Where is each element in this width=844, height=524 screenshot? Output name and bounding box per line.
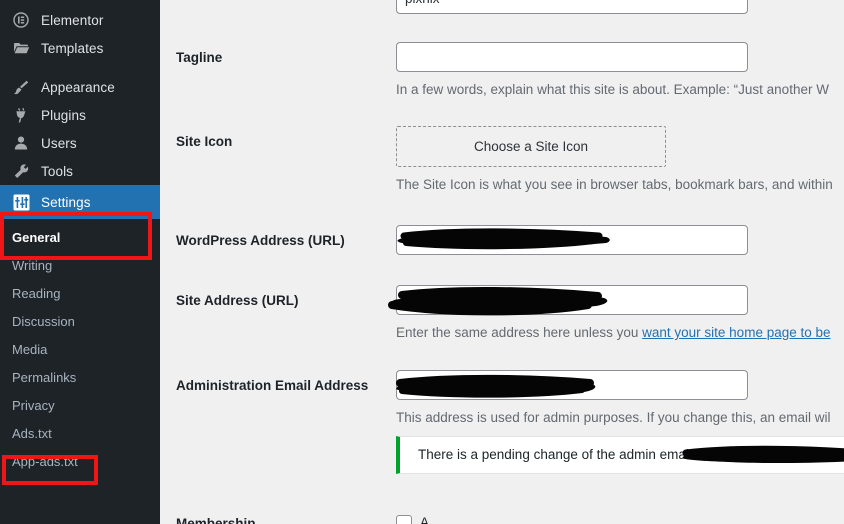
site-address-label: Site Address (URL) bbox=[176, 293, 299, 308]
membership-checkbox[interactable] bbox=[396, 515, 412, 524]
tagline-label: Tagline bbox=[176, 50, 223, 65]
site-address-help-text: Enter the same address here unless you w… bbox=[396, 324, 831, 343]
submenu-item-discussion[interactable]: Discussion bbox=[0, 307, 160, 335]
folder-icon bbox=[10, 38, 32, 58]
wordpress-admin-screen: Elementor Templates Appearance Plugins U… bbox=[0, 0, 844, 524]
site-address-help-prefix: Enter the same address here unless you bbox=[396, 325, 643, 340]
sidebar-item-templates[interactable]: Templates bbox=[0, 34, 160, 62]
membership-label: Membership bbox=[176, 516, 256, 524]
admin-sidebar: Elementor Templates Appearance Plugins U… bbox=[0, 0, 160, 524]
submenu-item-label: General bbox=[12, 229, 61, 245]
tagline-help-text: In a few words, explain what this site i… bbox=[396, 82, 829, 97]
pending-admin-email-notice: There is a pending change of the admin e… bbox=[396, 435, 844, 474]
sidebar-menu-top: Elementor Templates Appearance Plugins U… bbox=[0, 6, 160, 219]
sidebar-item-label: Tools bbox=[41, 163, 74, 179]
submenu-item-ads-txt[interactable]: Ads.txt bbox=[0, 419, 160, 447]
site-address-input[interactable] bbox=[396, 285, 748, 315]
wordpress-address-input[interactable] bbox=[396, 225, 748, 255]
admin-email-help-text: This address is used for admin purposes.… bbox=[396, 410, 831, 425]
sidebar-item-label: Users bbox=[41, 135, 77, 151]
tagline-input[interactable] bbox=[396, 42, 748, 72]
sidebar-item-appearance[interactable]: Appearance bbox=[0, 73, 160, 101]
submenu-item-label: Ads.txt bbox=[12, 425, 52, 441]
user-icon bbox=[10, 133, 32, 153]
submenu-item-general[interactable]: General bbox=[0, 223, 160, 251]
settings-submenu: General Writing Reading Discussion Media… bbox=[0, 219, 160, 475]
submenu-item-label: Privacy bbox=[12, 397, 55, 413]
site-icon-help-text: The Site Icon is what you see in browser… bbox=[396, 177, 833, 192]
wrench-icon bbox=[10, 161, 32, 181]
elementor-icon bbox=[10, 10, 32, 30]
submenu-item-label: Media bbox=[12, 341, 48, 357]
submenu-item-label: Discussion bbox=[12, 313, 75, 329]
sidebar-item-tools[interactable]: Tools bbox=[0, 157, 160, 185]
sidebar-item-label: Appearance bbox=[41, 79, 115, 95]
admin-email-label: Administration Email Address bbox=[176, 378, 369, 393]
site-title-label: Site Title bbox=[176, 0, 232, 1]
site-title-input[interactable]: pixhix bbox=[396, 0, 748, 14]
paintbrush-icon bbox=[10, 77, 32, 97]
submenu-item-media[interactable]: Media bbox=[0, 335, 160, 363]
plug-icon bbox=[10, 105, 32, 125]
wordpress-address-label: WordPress Address (URL) bbox=[176, 233, 345, 248]
submenu-item-app-ads-txt[interactable]: App-ads.txt bbox=[0, 447, 160, 475]
choose-site-icon-label: Choose a Site Icon bbox=[473, 139, 589, 154]
pending-admin-email-text: There is a pending change of the admin e… bbox=[418, 447, 707, 463]
settings-general-form: Site Title pixhix Tagline In a few words… bbox=[160, 0, 844, 524]
admin-email-input[interactable] bbox=[396, 370, 748, 400]
choose-site-icon-button[interactable]: Choose a Site Icon bbox=[396, 126, 666, 167]
submenu-item-label: Permalinks bbox=[12, 369, 77, 385]
sidebar-divider bbox=[0, 62, 160, 73]
submenu-item-label: Reading bbox=[12, 285, 61, 301]
sidebar-item-label: Templates bbox=[41, 40, 104, 56]
sidebar-item-users[interactable]: Users bbox=[0, 129, 160, 157]
submenu-item-reading[interactable]: Reading bbox=[0, 279, 160, 307]
sidebar-item-label: Elementor bbox=[41, 12, 104, 28]
submenu-item-label: App-ads.txt bbox=[12, 453, 78, 469]
submenu-item-label: Writing bbox=[12, 257, 53, 273]
sidebar-item-elementor[interactable]: Elementor bbox=[0, 6, 160, 34]
sidebar-item-label: Plugins bbox=[41, 107, 86, 123]
site-home-page-link[interactable]: want your site home page to be bbox=[642, 325, 830, 340]
submenu-item-permalinks[interactable]: Permalinks bbox=[0, 363, 160, 391]
site-icon-label: Site Icon bbox=[176, 134, 233, 149]
membership-checkbox-label: A bbox=[420, 515, 430, 524]
submenu-item-privacy[interactable]: Privacy bbox=[0, 391, 160, 419]
sidebar-item-label: Settings bbox=[41, 194, 91, 210]
sidebar-item-settings[interactable]: Settings bbox=[0, 185, 160, 219]
submenu-item-writing[interactable]: Writing bbox=[0, 251, 160, 279]
sidebar-item-plugins[interactable]: Plugins bbox=[0, 101, 160, 129]
sliders-icon bbox=[10, 192, 32, 212]
